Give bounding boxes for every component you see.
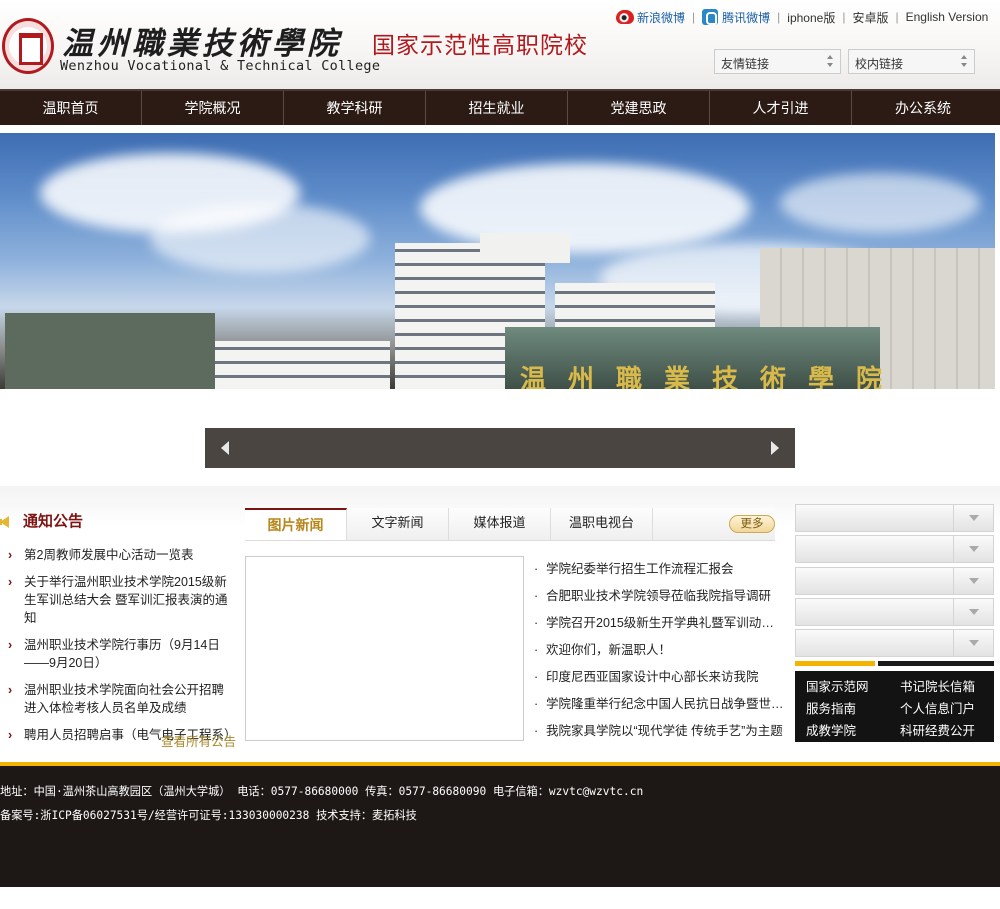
view-all-notices-link[interactable]: 查看所有公告 (161, 731, 236, 750)
campus-banner-image: 温州職業技術學院 (0, 133, 995, 389)
news-item[interactable]: 我院家具学院以“现代学徒 传统手艺”为主题 (534, 720, 784, 747)
more-news-button[interactable]: 更多 (729, 515, 775, 533)
chevron-down-icon (953, 567, 993, 594)
notice-item[interactable]: 关于举行温州职业技术学院2015级新生军训总结大会 暨军训汇报表演的通知 (0, 573, 236, 627)
nav-home[interactable]: 温职首页 (0, 91, 142, 125)
quick-link-research-funds[interactable]: 科研经费公开 (900, 721, 994, 742)
divider: | (692, 10, 696, 24)
campus-sign-text: 温州職業技術學院 (520, 365, 905, 389)
quick-link-national-demo[interactable]: 国家示范网 (806, 677, 900, 698)
campus-links-select[interactable]: 校内链接 (848, 49, 975, 74)
nav-admissions-employment[interactable]: 招生就业 (426, 91, 568, 125)
footer-address: 地址：中国·温州茶山高教园区（温州大学城） 电话：0577-86680000 传… (0, 785, 644, 798)
news-item[interactable]: 欢迎你们，新温职人！ (534, 639, 784, 666)
notice-panel: 通知公告 第2周教师发展中心活动一览表 关于举行温州职业技术学院2015级新生军… (0, 508, 237, 753)
friend-links-select[interactable]: 友情链接 (714, 49, 841, 74)
college-name-cn[interactable]: 温州職業技術學院 (62, 18, 342, 63)
gate-structure (5, 313, 215, 389)
news-item[interactable]: 学院隆重举行纪念中国人民抗日战争暨世界反法西斯战争胜利70周年活动 (534, 693, 784, 720)
news-item[interactable]: 学院召开2015级新生开学典礼暨军训动员大会 (534, 612, 784, 639)
notice-list: 第2周教师发展中心活动一览表 关于举行温州职业技术学院2015级新生军训总结大会… (0, 546, 237, 744)
building (215, 341, 390, 389)
building (480, 233, 570, 263)
chevron-down-icon (953, 630, 993, 657)
news-tabs: 图片新闻 文字新闻 媒体报道 温职电视台 (245, 508, 775, 541)
quick-link-personal-portal[interactable]: 个人信息门户 (900, 699, 994, 720)
quick-link-service-guide[interactable]: 服务指南 (806, 699, 900, 720)
news-item[interactable]: 印度尼西亚国家设计中心部长来访我院 (534, 666, 784, 693)
top-links: 新浪微博 | 腾讯微博 | iphone版 | 安卓版 | English Ve… (616, 8, 988, 26)
main-nav: 温职首页 学院概况 教学科研 招生就业 党建思政 人才引进 办公系统 (0, 89, 1000, 125)
tab-media-reports[interactable]: 媒体报道 (449, 508, 551, 540)
divider: | (842, 10, 846, 24)
photo-news-image[interactable] (245, 556, 524, 741)
accordion-item[interactable] (795, 597, 994, 626)
next-arrow-icon[interactable] (771, 441, 779, 455)
quick-link-president-mailbox[interactable]: 书记院长信箱 (900, 677, 994, 698)
sina-weibo-link[interactable]: 新浪微博 (616, 9, 685, 26)
chevron-down-icon (953, 536, 993, 563)
tab-campus-tv[interactable]: 温职电视台 (551, 508, 653, 540)
divider: | (777, 10, 781, 24)
accordion-item[interactable] (795, 629, 994, 658)
accordion-item[interactable] (795, 535, 994, 564)
news-list: 学院纪委举行招生工作流程汇报会 合肥职业技术学院领导莅临我院指导调研 学院召开2… (534, 558, 784, 747)
news-item[interactable]: 学院纪委举行招生工作流程汇报会 (534, 558, 784, 585)
english-version-link[interactable]: English Version (906, 10, 989, 24)
college-seal-logo[interactable] (2, 18, 54, 74)
chevron-down-icon (953, 598, 993, 625)
college-tagline: 国家示范性高职院校 (372, 33, 588, 59)
college-name-en[interactable]: Wenzhou Vocational & Technical College (60, 58, 380, 74)
cloud (420, 163, 750, 253)
cloud (150, 203, 370, 273)
divider: | (895, 10, 899, 24)
site-header: 温州職業技術學院 Wenzhou Vocational & Technical … (0, 0, 1000, 89)
sina-weibo-icon (616, 10, 634, 24)
tab-text-news[interactable]: 文字新闻 (347, 508, 449, 540)
quick-links-panel: 国家示范网 书记院长信箱 服务指南 个人信息门户 成教学院 科研经费公开 (795, 671, 994, 742)
nav-party-building[interactable]: 党建思政 (568, 91, 710, 125)
select-arrows-icon (827, 55, 834, 69)
tab-photo-news[interactable]: 图片新闻 (245, 508, 347, 540)
accordion-item[interactable] (795, 566, 994, 595)
tencent-weibo-link[interactable]: 腾讯微博 (702, 9, 770, 26)
footer-icp: 备案号:浙ICP备06027531号/经营许可证号:133030000238 技… (0, 809, 417, 822)
site-footer: 地址：中国·温州茶山高教园区（温州大学城） 电话：0577-86680000 传… (0, 766, 1000, 887)
notice-title: 通知公告 (0, 508, 236, 536)
nav-teaching-research[interactable]: 教学科研 (284, 91, 426, 125)
cloud (780, 173, 980, 233)
nav-talent-recruitment[interactable]: 人才引进 (710, 91, 852, 125)
chevron-down-icon (953, 505, 993, 531)
iphone-version-link[interactable]: iphone版 (787, 9, 835, 26)
accordion-item[interactable] (795, 504, 994, 532)
quick-links-divider (795, 661, 994, 666)
quick-link-adult-education[interactable]: 成教学院 (806, 721, 900, 742)
notice-item[interactable]: 温州职业技术学院行事历（9月14日——9月20日） (0, 636, 236, 672)
tencent-weibo-icon (702, 9, 719, 25)
notice-item[interactable]: 第2周教师发展中心活动一览表 (0, 546, 236, 564)
prev-arrow-icon[interactable] (221, 441, 229, 455)
nav-office-system[interactable]: 办公系统 (852, 91, 994, 125)
news-item[interactable]: 合肥职业技术学院领导莅临我院指导调研 (534, 585, 784, 612)
slider-bar (205, 428, 795, 468)
notice-item[interactable]: 温州职业技术学院面向社会公开招聘进入体检考核人员名单及成绩 (0, 681, 236, 717)
side-accordion (795, 504, 994, 660)
nav-about[interactable]: 学院概况 (142, 91, 284, 125)
select-arrows-icon (961, 55, 968, 69)
android-version-link[interactable]: 安卓版 (852, 9, 888, 26)
